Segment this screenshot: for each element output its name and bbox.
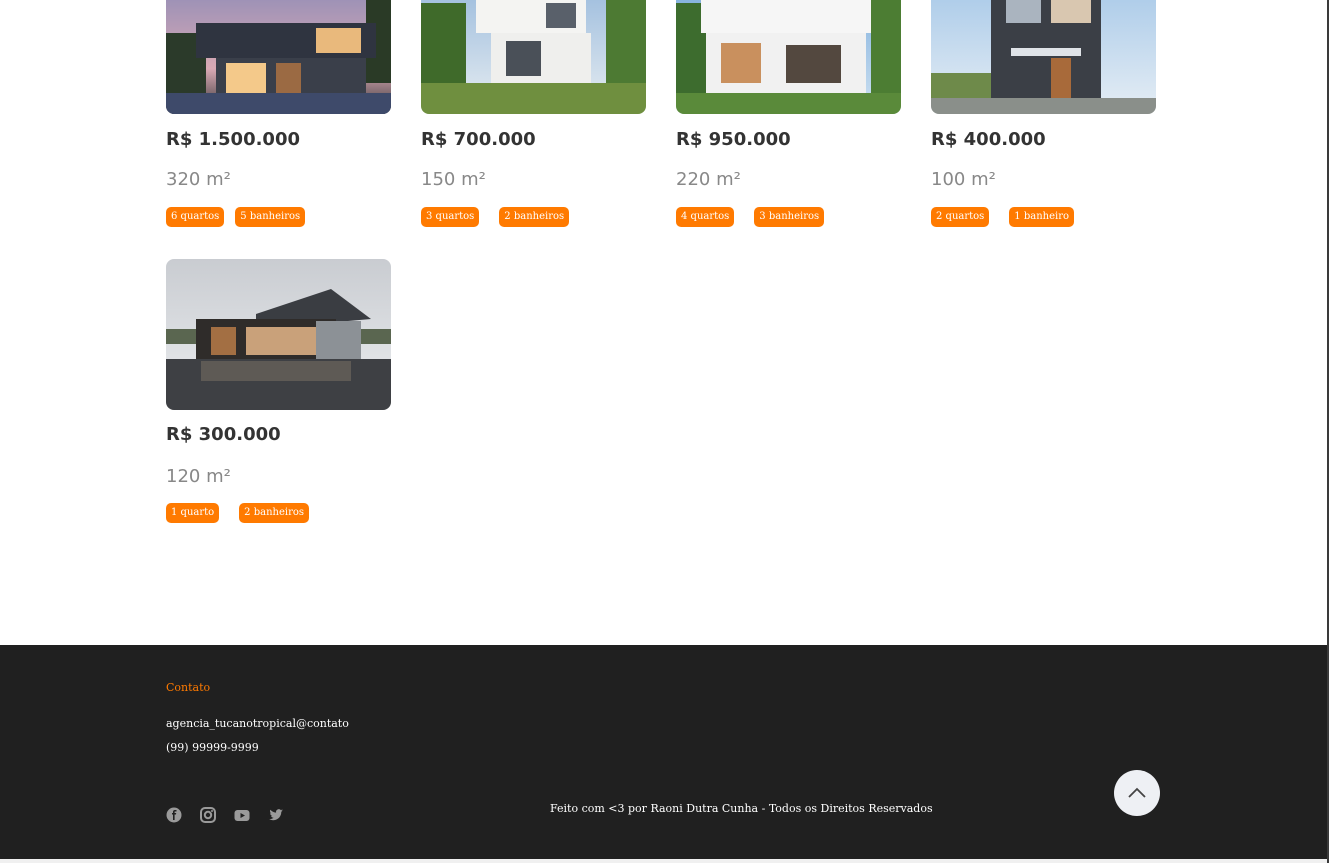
scroll-to-top-button[interactable]	[1114, 770, 1160, 816]
property-tags: 1 quarto 2 banheiros	[166, 503, 310, 523]
contact-title: Contato	[166, 681, 211, 694]
baths-badge: 2 banheiros	[499, 207, 570, 227]
property-tags: 3 quartos 2 banheiros	[421, 207, 570, 227]
chevron-up-icon	[1127, 784, 1147, 803]
property-price: R$ 400.000	[931, 129, 1046, 150]
property-card[interactable]: R$ 400.000 100 m² 2 quartos 1 banheiro	[931, 0, 1156, 233]
rooms-badge: 1 quarto	[166, 503, 220, 523]
facebook-icon[interactable]	[166, 807, 182, 823]
property-tags: 6 quartos 5 banheiros	[166, 207, 306, 227]
property-card[interactable]: R$ 300.000 120 m² 1 quarto 2 banheiros	[166, 259, 391, 529]
youtube-icon[interactable]	[234, 807, 250, 823]
property-photo[interactable]	[676, 0, 901, 114]
instagram-icon[interactable]	[200, 807, 216, 823]
bottom-edge	[0, 859, 1327, 863]
property-card[interactable]: R$ 700.000 150 m² 3 quartos 2 banheiros	[421, 0, 646, 233]
listings-grid: R$ 1.500.000 320 m² 6 quartos 5 banheiro…	[0, 0, 1329, 645]
rooms-badge: 4 quartos	[676, 207, 735, 227]
footer-credits: Feito com <3 por Raoni Dutra Cunha - Tod…	[550, 802, 933, 815]
property-price: R$ 300.000	[166, 424, 281, 445]
property-area: 100 m²	[931, 169, 996, 190]
property-tags: 2 quartos 1 banheiro	[931, 207, 1074, 227]
rooms-badge: 6 quartos	[166, 207, 225, 227]
site-footer: Contato agencia_tucanotropical@contato (…	[0, 645, 1327, 863]
property-price: R$ 700.000	[421, 129, 536, 150]
property-area: 320 m²	[166, 169, 231, 190]
property-price: R$ 950.000	[676, 129, 791, 150]
rooms-badge: 2 quartos	[931, 207, 990, 227]
baths-badge: 2 banheiros	[239, 503, 310, 523]
property-card[interactable]: R$ 950.000 220 m² 4 quartos 3 banheiros	[676, 0, 901, 233]
property-area: 150 m²	[421, 169, 486, 190]
property-photo[interactable]	[421, 0, 646, 114]
property-area: 120 m²	[166, 466, 231, 487]
contact-phone[interactable]: (99) 99999-9999	[166, 741, 259, 754]
property-photo[interactable]	[166, 0, 391, 114]
baths-badge: 3 banheiros	[754, 207, 825, 227]
property-card[interactable]: R$ 1.500.000 320 m² 6 quartos 5 banheiro…	[166, 0, 391, 233]
twitter-icon[interactable]	[268, 807, 284, 823]
contact-email[interactable]: agencia_tucanotropical@contato	[166, 717, 349, 730]
property-tags: 4 quartos 3 banheiros	[676, 207, 825, 227]
rooms-badge: 3 quartos	[421, 207, 480, 227]
baths-badge: 1 banheiro	[1009, 207, 1074, 227]
property-area: 220 m²	[676, 169, 741, 190]
baths-badge: 5 banheiros	[235, 207, 306, 227]
social-links	[166, 807, 284, 823]
property-photo[interactable]	[166, 259, 391, 410]
property-photo[interactable]	[931, 0, 1156, 114]
property-price: R$ 1.500.000	[166, 129, 300, 150]
